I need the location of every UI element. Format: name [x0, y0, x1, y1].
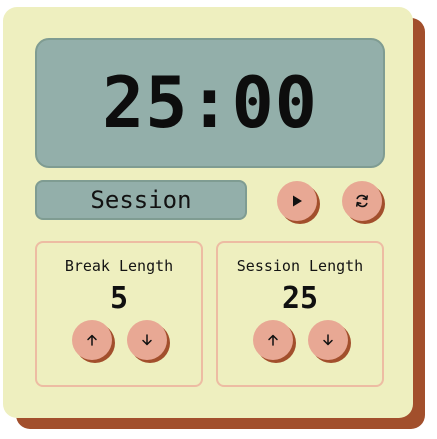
session-decrement-button[interactable] — [308, 320, 348, 360]
play-icon — [293, 195, 302, 207]
timer-display: 25:00 — [35, 38, 385, 168]
pomodoro-card: 25:00 Session Break Length 5 Session Len… — [3, 7, 413, 418]
break-decrement-button[interactable] — [127, 320, 167, 360]
start-stop-button[interactable] — [277, 181, 317, 221]
break-increment-button[interactable] — [72, 320, 112, 360]
session-length-value: 25 — [281, 281, 319, 316]
arrow-down-icon — [142, 334, 152, 346]
refresh-icon — [356, 194, 368, 208]
arrow-up-icon — [268, 334, 278, 346]
arrow-down-icon — [323, 334, 333, 346]
timer-label-box: Session — [35, 180, 247, 220]
time-left: 25:00 — [102, 62, 318, 144]
session-length-title: Session Length — [236, 257, 364, 275]
arrow-up-icon — [87, 334, 97, 346]
session-length-panel: Session Length 25 — [216, 241, 384, 387]
break-length-value: 5 — [109, 281, 129, 316]
timer-label: Session — [90, 186, 192, 214]
reset-button[interactable] — [342, 181, 382, 221]
break-length-panel: Break Length 5 — [35, 241, 203, 387]
session-increment-button[interactable] — [253, 320, 293, 360]
break-length-title: Break Length — [64, 257, 174, 275]
